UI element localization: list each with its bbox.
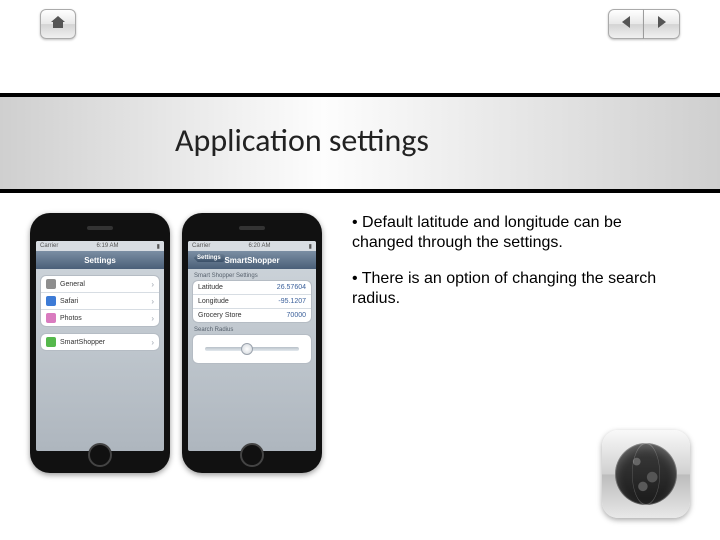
- home-icon: [50, 15, 66, 34]
- navbar-title: SmartShopper: [224, 256, 279, 265]
- row-label: SmartShopper: [60, 339, 105, 346]
- navbar: Settings SmartShopper: [188, 251, 316, 269]
- time-label: 6:20 AM: [249, 243, 271, 249]
- triangle-right-icon: [657, 15, 667, 33]
- safari-icon: [46, 296, 56, 306]
- chevron-right-icon: ›: [151, 338, 154, 347]
- phone-mock-smartshopper: Carrier 6:20 AM ▮ Settings SmartShopper …: [182, 213, 322, 473]
- settings-row-safari[interactable]: Safari ›: [41, 293, 159, 310]
- chevron-right-icon: ›: [151, 314, 154, 323]
- globe-badge: [602, 430, 690, 518]
- row-label: Safari: [60, 298, 78, 305]
- row-label: Grocery Store: [198, 312, 242, 319]
- row-value: 70000: [287, 312, 306, 319]
- row-value: -95.1207: [278, 298, 306, 305]
- row-longitude[interactable]: Longitude -95.1207: [193, 295, 311, 309]
- settings-row-smartshopper[interactable]: SmartShopper ›: [41, 334, 159, 350]
- battery-icon: ▮: [309, 243, 312, 250]
- row-grocery-store[interactable]: Grocery Store 70000: [193, 309, 311, 322]
- globe-icon: [615, 443, 677, 505]
- status-bar: Carrier 6:19 AM ▮: [36, 241, 164, 251]
- phone-mock-settings: Carrier 6:19 AM ▮ Settings General › Saf…: [30, 213, 170, 473]
- battery-icon: ▮: [157, 243, 160, 250]
- gear-icon: [46, 279, 56, 289]
- row-label: Latitude: [198, 284, 223, 291]
- bullet-item: • There is an option of changing the sea…: [352, 269, 680, 309]
- slider-track[interactable]: [205, 347, 299, 351]
- next-button[interactable]: [644, 9, 680, 39]
- chevron-right-icon: ›: [151, 297, 154, 306]
- row-search-radius-slider[interactable]: [193, 335, 311, 363]
- bullet-item: • Default latitude and longitude can be …: [352, 213, 680, 253]
- time-label: 6:19 AM: [97, 243, 119, 249]
- row-value: 26.57604: [277, 284, 306, 291]
- row-label: Longitude: [198, 298, 229, 305]
- prev-button[interactable]: [608, 9, 644, 39]
- chevron-right-icon: ›: [151, 280, 154, 289]
- settings-row-general[interactable]: General ›: [41, 276, 159, 293]
- section-label: Search Radius: [188, 323, 316, 334]
- triangle-left-icon: [621, 15, 631, 33]
- carrier-label: Carrier: [40, 243, 58, 249]
- photos-icon: [46, 313, 56, 323]
- home-button[interactable]: [40, 9, 76, 39]
- page-title: Application settings: [0, 93, 720, 160]
- title-band: Application settings: [0, 93, 720, 193]
- status-bar: Carrier 6:20 AM ▮: [188, 241, 316, 251]
- row-label: General: [60, 281, 85, 288]
- back-button[interactable]: Settings: [191, 254, 225, 262]
- settings-row-photos[interactable]: Photos ›: [41, 310, 159, 326]
- slider-thumb[interactable]: [241, 343, 253, 355]
- carrier-label: Carrier: [192, 243, 210, 249]
- navbar: Settings: [36, 251, 164, 269]
- navbar-title: Settings: [84, 256, 116, 265]
- row-latitude[interactable]: Latitude 26.57604: [193, 281, 311, 295]
- row-label: Photos: [60, 315, 82, 322]
- app-icon: [46, 337, 56, 347]
- section-label: Smart Shopper Settings: [188, 269, 316, 280]
